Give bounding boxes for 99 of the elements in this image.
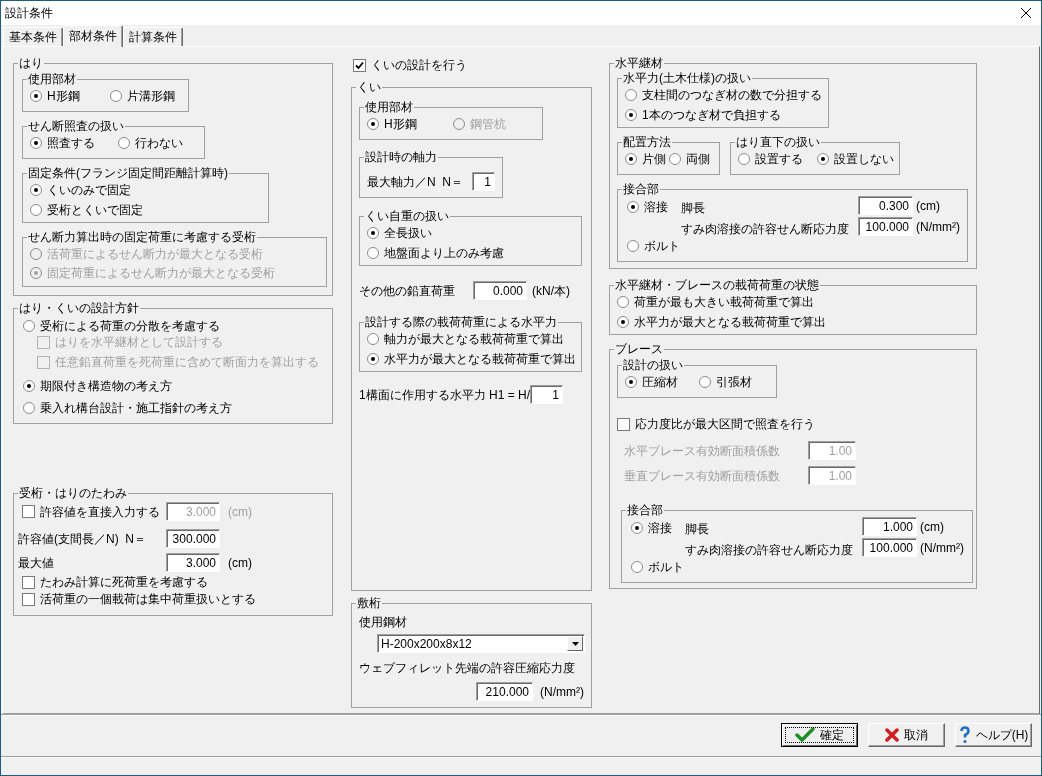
field-label: 使用鋼材: [359, 615, 407, 629]
unit-label: (kN/本): [532, 283, 570, 298]
radio-option[interactable]: 軸力が最大となる載荷荷重で算出: [367, 331, 564, 347]
input-field[interactable]: 100.000: [862, 538, 917, 557]
radio-option[interactable]: 支柱間のつなぎ材の数で分担する: [625, 87, 822, 103]
tab[interactable]: 計算条件: [123, 27, 183, 46]
radio-option[interactable]: 溶接: [631, 520, 672, 536]
group-title: 接合部: [626, 503, 664, 517]
radio-option[interactable]: 片溝形鋼: [109, 88, 175, 104]
radio-option[interactable]: 受桁による荷重の分散を考慮する: [23, 318, 220, 334]
unit-label: (cm): [916, 198, 940, 213]
group-title: 固定条件(フランジ固定間距離計算時): [27, 166, 229, 180]
input-field[interactable]: 3.000: [166, 553, 220, 572]
window-title: 設計条件: [5, 6, 53, 20]
cross-icon: [885, 728, 899, 742]
field-label: すみ肉溶接の許容せん断応力度: [685, 543, 853, 557]
radio-option[interactable]: 水平力が最大となる載荷荷重で算出: [367, 351, 576, 367]
group-title: はり直下の扱い: [735, 135, 821, 149]
group-title: 水平継材: [614, 56, 664, 70]
input-field[interactable]: 300.000: [166, 529, 220, 548]
group-title: はり: [18, 56, 44, 70]
group-title: くい自重の扱い: [364, 209, 450, 223]
check-icon: [795, 727, 815, 743]
group-title: 水平継材・ブレースの載荷荷重の状態: [614, 278, 820, 292]
unit-label: (N/mm²): [540, 684, 584, 699]
radio-option[interactable]: 水平力が最大となる載荷荷重で算出: [617, 314, 826, 330]
group-title: 接合部: [622, 182, 660, 196]
radio-option[interactable]: 受桁とくいで固定: [30, 202, 143, 218]
radio-option[interactable]: 荷重が最も大きい載荷荷重で算出: [617, 294, 814, 310]
field-label: 最大軸力／N N＝: [367, 174, 464, 189]
radio-option[interactable]: 両側: [669, 151, 710, 167]
unit-label: (cm): [228, 504, 252, 519]
group-title: 受桁・はりのたわみ: [18, 486, 128, 500]
checkbox-option[interactable]: 応力度比が最大区間で照査を行う: [617, 416, 815, 432]
field-label: 脚長: [681, 201, 705, 215]
input-field[interactable]: 210.000: [476, 682, 533, 701]
group-title: 敷桁: [356, 596, 382, 610]
input-field[interactable]: 1: [472, 172, 495, 191]
radio-option[interactable]: 圧縮材: [625, 374, 678, 390]
group-title: 設計する際の載荷荷重による水平力: [364, 315, 558, 329]
unit-label: (N/mm²): [920, 540, 964, 555]
unit-label: (cm): [228, 555, 252, 570]
field-label: ウェブフィレット先端の許容圧縮応力度: [359, 661, 575, 675]
radio-option[interactable]: くいのみで固定: [30, 182, 131, 198]
close-icon: [1021, 8, 1031, 18]
checkbox-option[interactable]: 活荷重の一個載荷は集中荷重扱いとする: [22, 591, 256, 607]
input-field[interactable]: 0.300: [858, 196, 913, 215]
field-label: 最大値: [18, 555, 54, 570]
radio-option[interactable]: 引張材: [699, 374, 752, 390]
group-title: 水平力(土木仕様)の扱い: [622, 71, 752, 85]
field-label: その他の鉛直荷重: [359, 283, 456, 298]
radio-option[interactable]: 設置する: [738, 151, 803, 167]
group-title: はり・くいの設計方針: [18, 301, 140, 315]
dropdown-button[interactable]: [567, 636, 583, 651]
field-label: 脚長: [685, 522, 709, 536]
radio-option[interactable]: 設置しない: [817, 151, 894, 167]
field-label: 水平ブレース有効断面積係数: [624, 443, 781, 458]
checkbox-option[interactable]: たわみ計算に死荷重を考慮する: [22, 574, 208, 590]
unit-label: (N/mm²): [916, 219, 960, 234]
help-icon: [958, 726, 971, 744]
field-label: 1構面に作用する水平力 H1 = H/: [359, 387, 531, 402]
tab[interactable]: 基本条件: [3, 27, 63, 46]
cancel-button[interactable]: 取消: [868, 723, 945, 747]
radio-option[interactable]: 1本のつなぎ材で負担する: [625, 107, 781, 123]
radio-option[interactable]: 行わない: [118, 135, 183, 151]
radio-option[interactable]: ボルト: [627, 238, 680, 254]
group-title: 使用部材: [364, 100, 414, 114]
steel-dropdown[interactable]: H-200x200x8x12: [377, 634, 585, 653]
field-label: すみ肉溶接の許容せん断応力度: [681, 222, 849, 236]
field-label: 垂直ブレース有効断面積係数: [624, 468, 781, 483]
unit-label: (cm): [920, 519, 944, 534]
radio-option[interactable]: H形鋼: [30, 88, 80, 104]
group-title: 設計時の軸力: [364, 150, 438, 164]
radio-option[interactable]: 地盤面より上のみ考慮: [367, 245, 504, 261]
group-title: くい: [356, 80, 382, 94]
radio-option[interactable]: 期限付き構造物の考え方: [23, 378, 172, 394]
group-title: 設計の扱い: [622, 358, 684, 372]
group-title: せん断力算出時の固定荷重に考慮する受桁: [27, 230, 257, 244]
radio-option[interactable]: ボルト: [631, 559, 684, 575]
radio-option[interactable]: 照査する: [30, 135, 95, 151]
tab[interactable]: 部材条件: [63, 25, 123, 47]
input-field[interactable]: 0.000: [473, 281, 527, 300]
group-title: せん断照査の扱い: [27, 119, 125, 133]
confirm-button[interactable]: 確定: [781, 723, 858, 747]
radio-option[interactable]: 片側: [625, 151, 666, 167]
group-title: ブレース: [614, 342, 664, 356]
input-field[interactable]: 100.000: [858, 217, 913, 236]
help-button[interactable]: ヘルプ(H): [955, 723, 1032, 747]
group-title: 使用部材: [27, 72, 77, 86]
radio-option[interactable]: 乗入れ構台設計・施工指針の考え方: [23, 400, 232, 416]
checkbox-option[interactable]: くいの設計を行う: [353, 57, 592, 73]
field-label: 許容値(支間長／N) N＝: [18, 531, 146, 546]
radio-option[interactable]: H形鋼: [367, 116, 417, 132]
radio-option[interactable]: 溶接: [627, 199, 668, 215]
input-field[interactable]: 1.000: [862, 517, 917, 536]
caret-icon: [571, 641, 579, 646]
radio-option[interactable]: 全長扱い: [367, 225, 432, 241]
group-title: 配置方法: [622, 135, 672, 149]
input-field[interactable]: 1: [530, 385, 564, 404]
